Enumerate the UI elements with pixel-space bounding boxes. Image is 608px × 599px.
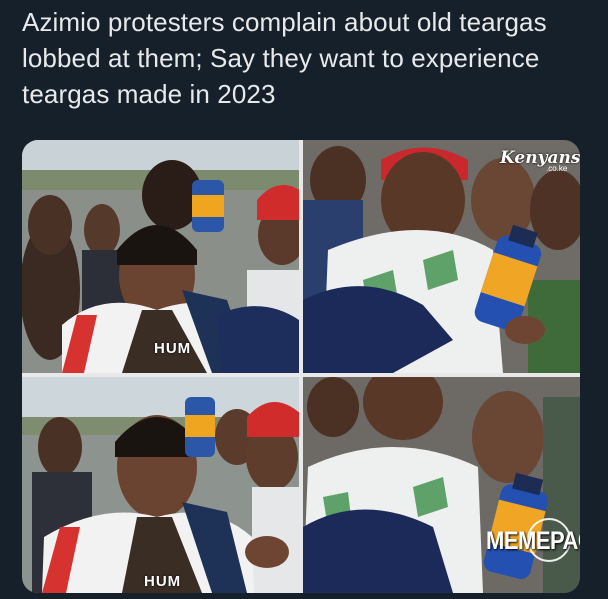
grid-divider-horizontal [22, 373, 580, 377]
shirt-text-bottom: HUM [144, 573, 182, 590]
memepact-watermark: MEMEPACT [486, 526, 580, 555]
grid-divider-vertical [299, 140, 303, 593]
post-text: Azimio protesters complain about old tea… [22, 7, 547, 109]
photo-top-right[interactable]: Kenyans .co.ke [303, 140, 580, 373]
photo-bottom-right[interactable] [303, 377, 580, 593]
shirt-text-top: HUM [154, 340, 192, 357]
kenyans-watermark-domain: .co.ke [546, 164, 568, 173]
photo-bottom-left[interactable]: HUM [22, 377, 299, 593]
photo-top-left[interactable]: HUM [22, 140, 299, 373]
media-grid[interactable]: HUM Kenyans .co.ke HUM MEMEPA [22, 140, 580, 593]
kenyans-watermark: Kenyans [500, 148, 580, 168]
